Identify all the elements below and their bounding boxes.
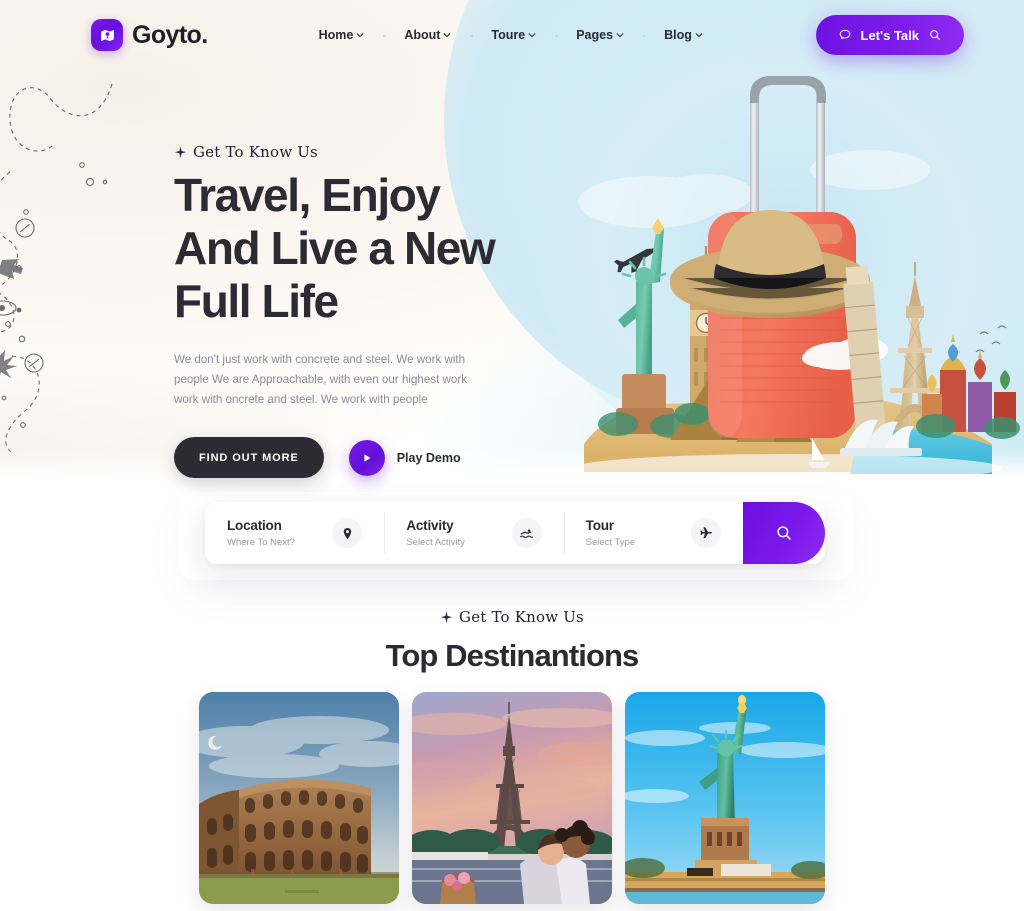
nav-label: About [404,28,441,42]
nav-label: Toure [491,28,526,42]
play-demo-label: Play Demo [396,450,461,465]
search-submit-button[interactable] [742,502,825,564]
nav-label: Home [318,28,354,42]
swimmer-icon [511,518,542,548]
nav-item-pages[interactable]: Pages [575,28,625,42]
chevron-down-icon [695,33,703,38]
search-field-title: Tour [585,518,614,533]
search-field-location[interactable]: Location Where To Next? [205,502,384,564]
nav-item-blog[interactable]: Blog [663,28,704,42]
hero-description: We don't just work with concrete and ste… [174,353,468,406]
travel-route-decoration [0,83,113,455]
destination-cards [199,692,825,904]
hero-collage-image [540,52,1024,487]
map-pin-icon [332,518,363,548]
main-navigation: Home - About - Toure - Pages - Blog [318,28,704,42]
nav-separator: - [382,28,387,42]
nav-item-home[interactable]: Home [318,28,366,42]
find-out-more-button[interactable]: FIND OUT MORE [174,437,324,478]
chevron-down-icon [444,33,451,38]
search-icon[interactable] [928,28,942,42]
search-field-placeholder: Select Type [585,537,636,548]
chat-bubble-icon [839,29,850,40]
nav-item-about[interactable]: About [403,28,452,42]
sparkle-icon [174,145,187,158]
play-demo-button[interactable]: Play Demo [348,439,461,476]
lets-talk-button[interactable]: Let's Talk [815,15,964,55]
hero-headline: Travel, Enjoy And Live a New Full Life [174,169,574,328]
destination-card-eiffel-tower[interactable] [412,692,612,904]
chevron-down-icon [616,33,624,38]
headline-line-1: Travel, Enjoy [174,169,441,221]
hero-eyebrow-text: Get To Know Us [193,143,318,161]
search-field-placeholder: Select Activity [406,537,465,548]
hero-copy: Get To Know Us Travel, Enjoy And Live a … [174,143,574,478]
find-out-more-label: FIND OUT MORE [199,451,299,464]
search-field-title: Activity [406,518,454,533]
map-location-icon [91,19,123,51]
sparkle-icon [440,610,453,623]
search-bar: Location Where To Next? Activity Select … [205,502,825,564]
play-icon [348,439,385,476]
search-field-activity[interactable]: Activity Select Activity [384,502,563,564]
lets-talk-label: Let's Talk [860,27,919,43]
chevron-down-icon [356,33,364,38]
hero-eyebrow: Get To Know Us [174,143,574,161]
logo-text: Goyto. [132,20,208,49]
nav-label: Blog [664,28,692,42]
nav-label: Pages [576,28,614,42]
destinations-eyebrow: Get To Know Us [0,608,1024,626]
chevron-down-icon [528,33,536,38]
site-header: Goyto. Home - About - Toure - Pages - Bl… [0,0,1024,70]
destinations-header: Get To Know Us Top Destinantions [0,608,1024,674]
headline-line-3: Full Life [174,275,339,327]
search-field-tour[interactable]: Tour Select Type [563,502,743,564]
hero-actions: FIND OUT MORE Play Demo [174,437,574,478]
nav-item-toure[interactable]: Toure [490,28,537,42]
headline-line-2: And Live a New [174,222,496,274]
search-icon [777,526,791,540]
search-field-placeholder: Where To Next? [227,537,295,548]
nav-separator: - [642,28,647,42]
destinations-eyebrow-text: Get To Know Us [459,608,584,626]
destination-card-statue-of-liberty[interactable] [625,692,825,904]
destinations-title: Top Destinantions [385,638,640,673]
search-field-title: Location [227,518,282,533]
nav-separator: - [469,28,474,42]
destination-card-colosseum[interactable] [199,692,399,904]
nav-separator: - [554,28,559,42]
logo[interactable]: Goyto. [91,19,208,51]
airplane-icon [690,518,721,548]
